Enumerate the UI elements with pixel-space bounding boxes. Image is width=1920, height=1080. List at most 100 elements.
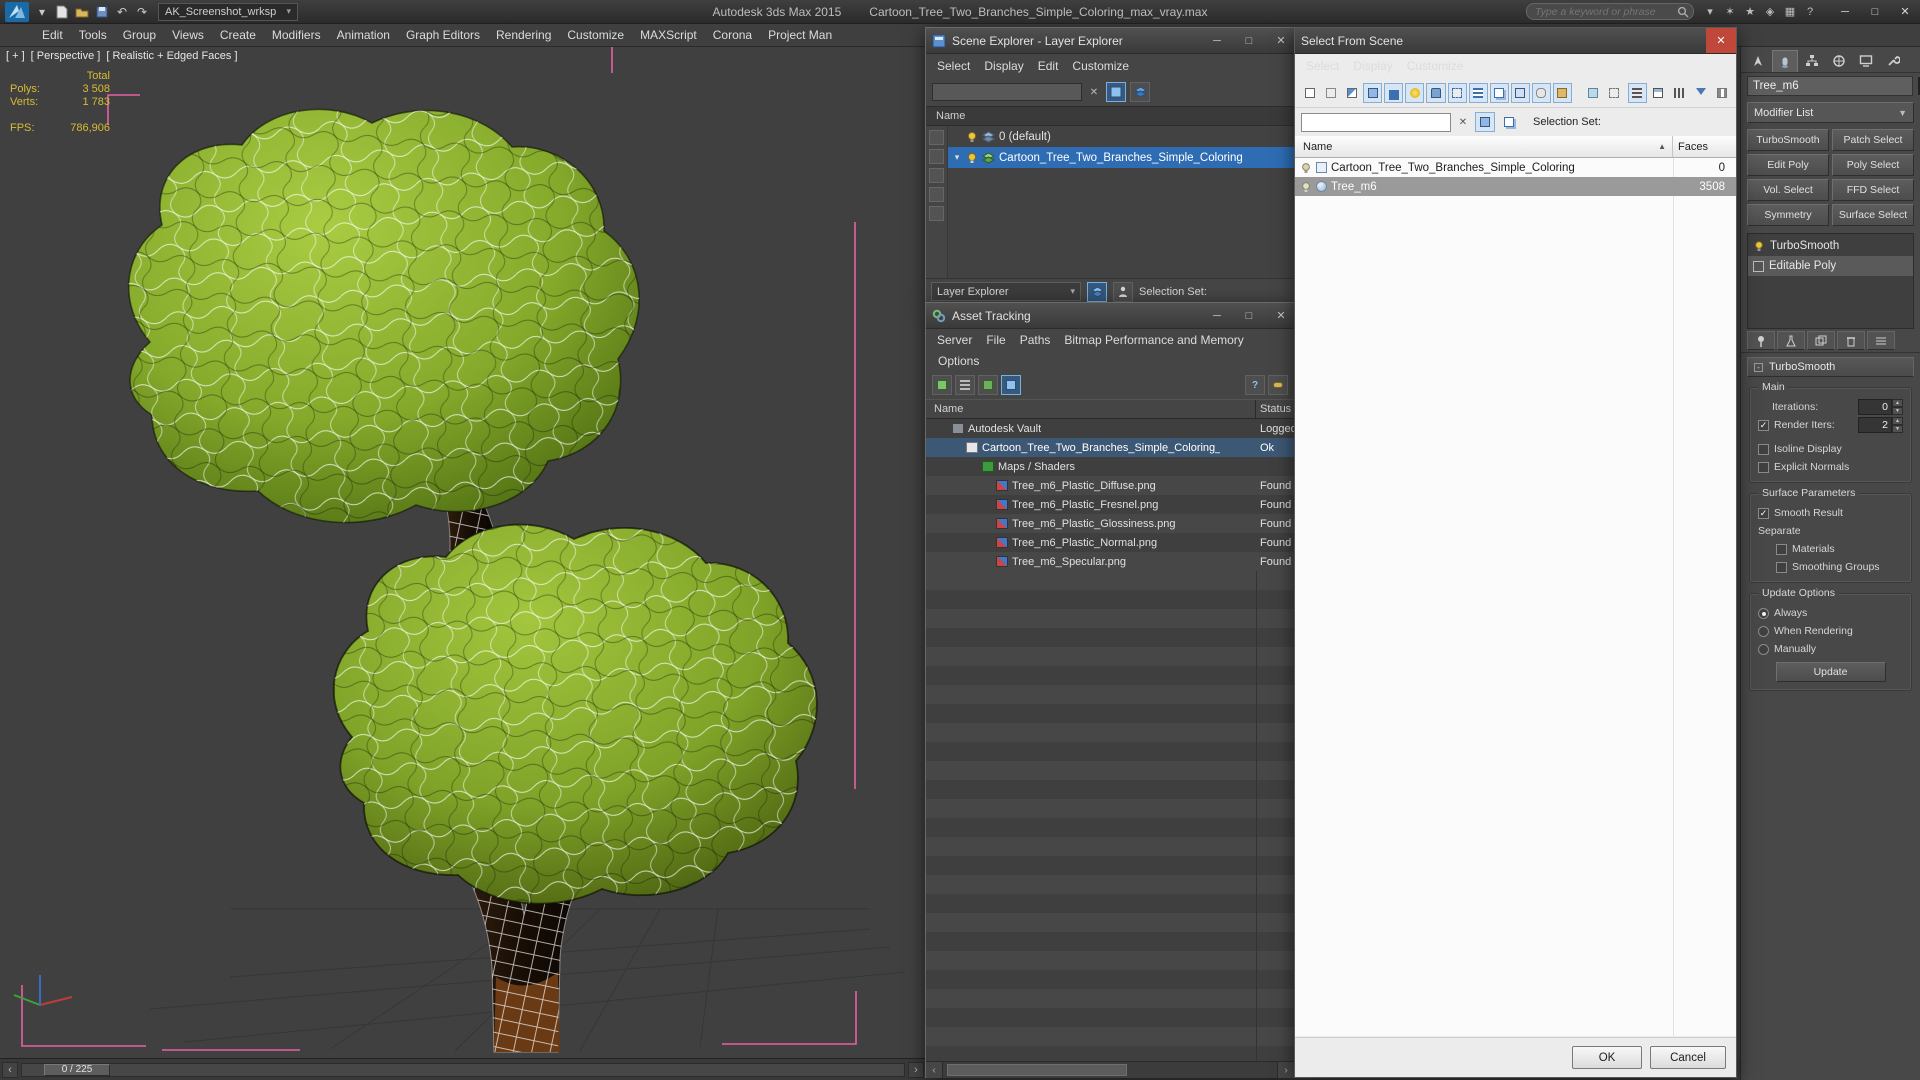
scene-explorer-column-header[interactable]: Name (926, 106, 1294, 126)
layer-name[interactable]: 0 (default) (999, 131, 1051, 143)
viewport-general-menu[interactable]: [ + ] (6, 50, 25, 62)
spin-down-icon[interactable]: ▼ (1892, 407, 1903, 415)
asset-table-header[interactable]: Name Status (926, 399, 1294, 419)
layer-visibility-bulb-icon[interactable] (966, 131, 978, 143)
layers-toggle-icon[interactable] (1087, 281, 1107, 302)
asset-tracking-titlebar[interactable]: Asset Tracking ─ □ ✕ (926, 303, 1294, 329)
timeline-thumb[interactable]: 0 / 225 (44, 1063, 110, 1076)
create-new-layer-icon[interactable] (1130, 82, 1150, 102)
render-iters-value[interactable]: 2 (1858, 417, 1892, 433)
menu-project-manager[interactable]: Project Man (760, 25, 840, 45)
display-none-icon[interactable] (1321, 83, 1340, 103)
sfs-column-header[interactable]: Name ▲ Faces (1295, 136, 1736, 158)
render-iters-spinner[interactable]: 2 ▲ ▼ (1858, 417, 1903, 433)
find-filter-icon[interactable] (1106, 82, 1126, 102)
at-menu-options[interactable]: Options (930, 351, 987, 371)
spin-up-icon[interactable]: ▲ (1892, 417, 1903, 425)
display-frozen-icon[interactable] (1584, 83, 1603, 103)
when-rendering-radio[interactable] (1758, 625, 1769, 637)
visibility-bulb-icon[interactable] (1300, 181, 1312, 193)
timeline-prev-button[interactable]: ‹ (2, 1061, 18, 1078)
layer-row-default[interactable]: 0 (default) (948, 126, 1294, 147)
clear-search-icon[interactable]: ✕ (1086, 84, 1102, 100)
scene-explorer-titlebar[interactable]: Scene Explorer - Layer Explorer ─ □ ✕ (926, 28, 1294, 54)
at-name-column-header[interactable]: Name (926, 400, 1256, 418)
max-logo[interactable] (2, 1, 32, 23)
maximize-button[interactable]: □ (1860, 0, 1890, 23)
menu-edit[interactable]: Edit (34, 25, 71, 45)
asset-tracking-maximize-button[interactable]: □ (1236, 303, 1262, 328)
filter-funnel-icon[interactable] (1691, 83, 1710, 103)
asset-table-hscrollbar[interactable]: ‹ › (926, 1061, 1294, 1078)
object-name[interactable]: Tree_m6 (1331, 181, 1377, 193)
at-status-column-header[interactable]: Status (1256, 400, 1291, 418)
display-containers-icon[interactable] (1552, 82, 1573, 103)
asset-tracking-close-button[interactable]: ✕ (1268, 303, 1294, 328)
motion-tab-icon[interactable] (1826, 50, 1852, 72)
collapse-all-icon[interactable] (929, 187, 944, 202)
find-filter-icon[interactable] (1475, 112, 1495, 132)
detail-view-icon[interactable] (1649, 83, 1668, 103)
expand-arrow-icon[interactable]: ▾ (952, 152, 962, 163)
infocenter-dropdown-icon[interactable]: ▾ (1700, 3, 1720, 21)
patch-select-button[interactable]: Patch Select (1832, 129, 1914, 151)
show-end-result-icon[interactable] (1777, 331, 1805, 350)
display-lights-icon[interactable] (1405, 82, 1425, 103)
object-row[interactable]: Cartoon_Tree_Two_Branches_Simple_Colorin… (1295, 158, 1736, 177)
save-file-icon[interactable] (92, 3, 112, 21)
select-set-layers-icon[interactable] (1499, 112, 1519, 132)
undo-icon[interactable]: ↶ (112, 3, 132, 21)
scroll-right-icon[interactable]: › (1277, 1062, 1294, 1078)
se-name-column-header[interactable]: Name (936, 110, 965, 122)
display-xrefs-icon[interactable] (1510, 82, 1530, 103)
display-cameras-icon[interactable] (1426, 82, 1446, 103)
refresh-status-icon[interactable] (932, 375, 952, 395)
materials-checkbox[interactable] (1776, 543, 1787, 555)
scene-explorer-close-button[interactable]: ✕ (1268, 28, 1294, 53)
turbosmooth-rollout-header[interactable]: - TurboSmooth (1747, 357, 1914, 377)
se-menu-display[interactable]: Display (977, 57, 1030, 75)
list-view-icon[interactable] (1627, 82, 1647, 103)
explorer-mode-combo[interactable]: Layer Explorer ▾ (931, 282, 1081, 301)
pick-object-icon[interactable] (1113, 281, 1133, 302)
modifier-name[interactable]: Editable Poly (1769, 260, 1836, 272)
menu-animation[interactable]: Animation (329, 25, 398, 45)
minimize-button[interactable]: ─ (1830, 0, 1860, 23)
new-scene-icon[interactable] (52, 3, 72, 21)
display-geometry-icon[interactable] (1363, 82, 1383, 103)
favorites-icon[interactable]: ★ (1740, 3, 1760, 21)
configure-modifier-sets-icon[interactable] (1867, 331, 1895, 350)
expand-all-icon[interactable] (929, 168, 944, 183)
always-radio[interactable] (1758, 607, 1769, 619)
table-row[interactable]: Tree_m6_Plastic_Glossiness.png Found (926, 514, 1294, 533)
vol-select-button[interactable]: Vol. Select (1747, 179, 1829, 201)
tile-view-icon[interactable] (1670, 83, 1689, 103)
table-row[interactable]: Tree_m6_Plastic_Normal.png Found (926, 533, 1294, 552)
search-icon[interactable] (1677, 6, 1689, 18)
display-all-icon[interactable] (1300, 83, 1319, 103)
display-spacewarps-icon[interactable] (1468, 82, 1488, 103)
sfs-name-column-header[interactable]: Name ▲ (1295, 136, 1673, 157)
explicit-normals-checkbox[interactable] (1758, 461, 1769, 473)
object-name[interactable]: Cartoon_Tree_Two_Branches_Simple_Colorin… (1331, 162, 1575, 174)
table-row[interactable]: Cartoon_Tree_Two_Branches_Simple_Colorin… (926, 438, 1294, 457)
modifier-stack-row[interactable]: TurboSmooth (1748, 236, 1913, 256)
visibility-bulb-icon[interactable] (1300, 162, 1312, 174)
scene-explorer-search-input[interactable] (932, 83, 1082, 101)
smoothing-groups-checkbox[interactable] (1776, 561, 1787, 573)
communication-center-icon[interactable]: ✶ (1720, 3, 1740, 21)
ok-button[interactable]: OK (1572, 1046, 1642, 1069)
viewport-shading-menu[interactable]: [ Realistic + Edged Faces ] (106, 50, 237, 62)
workspace-selector[interactable]: AK_Screenshot_wrksp ▾ (158, 2, 298, 21)
sfs-menu-select[interactable]: Select (1299, 57, 1346, 75)
display-shapes-icon[interactable] (1384, 82, 1404, 103)
modifier-name[interactable]: TurboSmooth (1770, 240, 1839, 252)
password-icon[interactable] (1268, 375, 1288, 395)
scene-explorer-minimize-button[interactable]: ─ (1204, 28, 1230, 53)
menu-tools[interactable]: Tools (71, 25, 115, 45)
select-from-scene-titlebar[interactable]: Select From Scene ✕ (1295, 28, 1736, 54)
sfs-search-input[interactable] (1301, 112, 1451, 132)
lock-cell-editing-icon[interactable] (929, 130, 944, 145)
at-menu-server[interactable]: Server (930, 331, 979, 349)
menu-group[interactable]: Group (115, 25, 164, 45)
